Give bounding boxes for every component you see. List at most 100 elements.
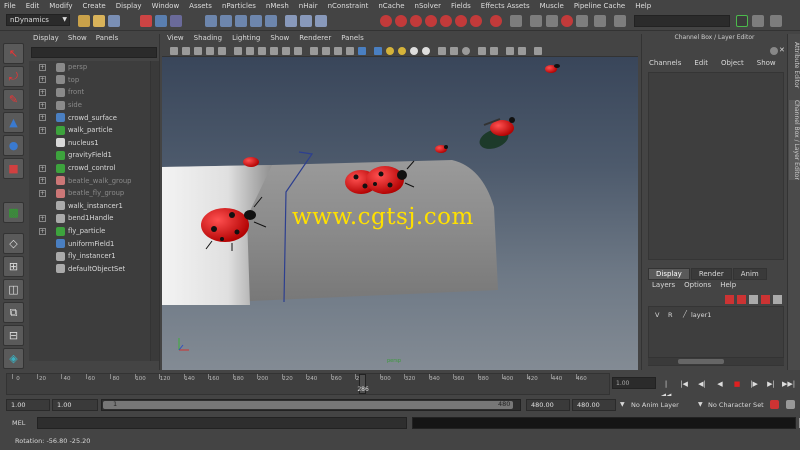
3d-viewport[interactable]: www.cgtsj.com persp: [162, 57, 638, 370]
field-chart-icon[interactable]: [270, 47, 278, 55]
layer-options-icon[interactable]: [773, 295, 782, 304]
layer-menu-layers[interactable]: Layers: [648, 281, 680, 292]
menu-item-effects-assets[interactable]: Effects Assets: [477, 2, 536, 10]
viewport-menu-view[interactable]: View: [162, 34, 189, 45]
auto-key-icon[interactable]: [770, 400, 779, 409]
depth-of-field-icon[interactable]: [450, 47, 458, 55]
tab-attribute-editor[interactable]: Attribute Editor: [789, 42, 800, 88]
mel-label[interactable]: MEL: [12, 419, 25, 427]
outliner-item-walk-instancer1[interactable]: walk_instancer1: [29, 200, 150, 213]
expand-icon[interactable]: +: [39, 214, 46, 222]
outliner-item-front[interactable]: + front: [29, 86, 150, 99]
persp-graph-layout-icon[interactable]: ⧉: [3, 302, 24, 323]
preferences-icon[interactable]: [786, 400, 795, 409]
menu-item-ncache[interactable]: nCache: [374, 2, 410, 10]
new-scene-icon[interactable]: [78, 15, 90, 27]
menu-item-fields[interactable]: Fields: [447, 2, 477, 10]
outliner-item-beatle-fly-group[interactable]: + beatle_fly_group: [29, 187, 150, 200]
layout-icon[interactable]: [614, 15, 626, 27]
isolate-select-icon[interactable]: [462, 47, 470, 55]
new-layer-selected-icon[interactable]: [737, 295, 746, 304]
menu-item-muscle[interactable]: Muscle: [536, 2, 570, 10]
side-by-side-layout-icon[interactable]: ◫: [3, 279, 24, 300]
menu-item-display[interactable]: Display: [112, 2, 148, 10]
outliner-item-crowd-control[interactable]: + crowd_control: [29, 162, 150, 175]
bookmark-icon[interactable]: [194, 47, 202, 55]
expand-icon[interactable]: +: [39, 126, 46, 134]
show-manipulator-icon[interactable]: ▩: [3, 202, 24, 223]
channel-box-menu-show[interactable]: Show: [750, 59, 782, 70]
end-time-field[interactable]: 480.00: [572, 399, 616, 411]
hypershade-layout-icon[interactable]: ◈: [3, 348, 24, 369]
go-to-end-icon[interactable]: ▶▶|: [782, 378, 795, 390]
render-current-icon[interactable]: [380, 15, 392, 27]
light-icon[interactable]: [398, 47, 406, 55]
viewport-menu-panels[interactable]: Panels: [336, 34, 369, 45]
expand-icon[interactable]: +: [39, 227, 46, 235]
go-to-start-icon[interactable]: |◀◀: [660, 378, 672, 400]
snap-point-icon[interactable]: [235, 15, 247, 27]
shadows-icon[interactable]: [374, 47, 382, 55]
layout-icon[interactable]: [561, 15, 573, 27]
select-hierarchy-icon[interactable]: [140, 15, 152, 27]
motion-blur-icon[interactable]: [422, 47, 430, 55]
layer-row[interactable]: V R ╱ layer1: [649, 310, 783, 320]
layer-scrollbar[interactable]: [648, 357, 784, 365]
layer-visibility-toggle[interactable]: V: [655, 311, 659, 319]
outliner-item-gravityfield1[interactable]: gravityField1: [29, 149, 150, 162]
snap-grid-icon[interactable]: [205, 15, 217, 27]
outliner-menu-display[interactable]: Display: [29, 34, 64, 45]
outliner-item-defaultobjectset[interactable]: defaultObjectSet: [29, 263, 150, 276]
outliner-item-bend1handle[interactable]: + bend1Handle: [29, 212, 150, 225]
multisample-icon[interactable]: [438, 47, 446, 55]
close-icon[interactable]: ✕: [779, 46, 785, 54]
render-view-icon[interactable]: [440, 15, 452, 27]
toggle-channel-box-icon[interactable]: [770, 15, 782, 27]
playback-start-field[interactable]: 1.00: [52, 399, 98, 411]
viewport-menu-renderer[interactable]: Renderer: [294, 34, 336, 45]
expand-icon[interactable]: +: [39, 114, 46, 122]
safe-action-icon[interactable]: [282, 47, 290, 55]
outliner-item-fly-particle[interactable]: + fly_particle: [29, 225, 150, 238]
viewport-menu-lighting[interactable]: Lighting: [227, 34, 265, 45]
xray-joints-icon[interactable]: [490, 47, 498, 55]
expand-icon[interactable]: +: [39, 63, 46, 71]
xray-components-icon[interactable]: [506, 47, 514, 55]
save-scene-icon[interactable]: [108, 15, 120, 27]
camera-attributes-icon[interactable]: [182, 47, 190, 55]
menu-item-pipeline-cache[interactable]: Pipeline Cache: [570, 2, 631, 10]
outliner-menu-show[interactable]: Show: [64, 34, 92, 45]
stop-icon[interactable]: ■: [731, 378, 743, 390]
menu-item-nmesh[interactable]: nMesh: [262, 2, 295, 10]
snapshot-icon[interactable]: [510, 15, 522, 27]
gate-mask-icon[interactable]: [258, 47, 266, 55]
step-forward-key-icon[interactable]: ▶|: [765, 378, 777, 390]
grid-icon[interactable]: [218, 47, 226, 55]
time-slider-track[interactable]: 0204060801001201401601802002202402602803…: [6, 373, 610, 395]
quick-rename-field[interactable]: [634, 15, 730, 27]
move-layer-up-icon[interactable]: [749, 295, 758, 304]
outliner-item-top[interactable]: + top: [29, 74, 150, 87]
snap-plane-icon[interactable]: [250, 15, 262, 27]
resolution-gate-icon[interactable]: [246, 47, 254, 55]
move-layer-down-icon[interactable]: [761, 295, 770, 304]
outliner-item-walk-particle[interactable]: + walk_particle: [29, 124, 150, 137]
render-region-icon[interactable]: [490, 15, 502, 27]
step-back-frame-icon[interactable]: ◀|: [696, 378, 708, 390]
character-set-dropdown[interactable]: No Character Set: [708, 401, 764, 409]
tab-render[interactable]: Render: [690, 268, 732, 280]
outliner-item-crowd-surface[interactable]: + crowd_surface: [29, 111, 150, 124]
use-all-lights-icon[interactable]: [358, 47, 366, 55]
camera-select-icon[interactable]: [170, 47, 178, 55]
anim-layer-arrow-icon[interactable]: ▼: [620, 401, 625, 408]
snap-curve-icon[interactable]: [220, 15, 232, 27]
select-object-icon[interactable]: [155, 15, 167, 27]
lasso-tool-icon[interactable]: ⤾: [3, 66, 24, 87]
outliner-scrollbar[interactable]: [150, 61, 159, 361]
expand-icon[interactable]: +: [39, 189, 46, 197]
menu-item-help[interactable]: Help: [631, 2, 657, 10]
character-set-arrow-icon[interactable]: ▼: [698, 401, 703, 408]
ipr-render-icon[interactable]: [395, 15, 407, 27]
tab-display[interactable]: Display: [648, 268, 690, 280]
open-scene-icon[interactable]: [93, 15, 105, 27]
